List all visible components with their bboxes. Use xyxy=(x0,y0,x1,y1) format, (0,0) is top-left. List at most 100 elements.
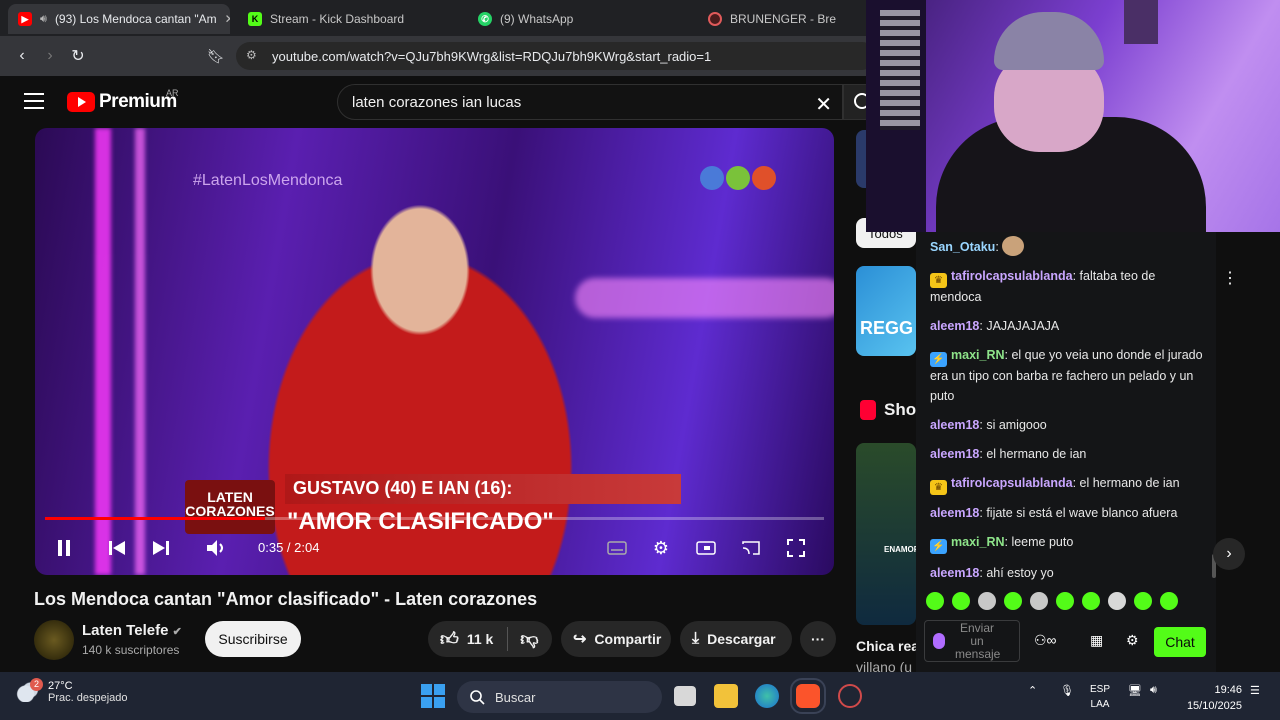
streamer xyxy=(936,12,1236,232)
chat-username[interactable]: tafirolcapsulablanda xyxy=(951,476,1073,490)
fullscreen-icon[interactable] xyxy=(784,536,808,560)
emote-bar xyxy=(926,592,1206,610)
tab-kick[interactable]: K Stream - Kick Dashboard xyxy=(238,4,460,34)
more-options-icon[interactable]: ⋮ xyxy=(1222,268,1238,288)
chat-username[interactable]: aleem18 xyxy=(930,506,979,520)
emote-icon[interactable] xyxy=(1056,592,1074,610)
next-icon[interactable] xyxy=(149,536,173,560)
stage-light xyxy=(95,128,111,575)
back-icon[interactable]: ‹ xyxy=(8,42,36,70)
taskbar-search-placeholder: Buscar xyxy=(495,689,536,705)
emote-icon[interactable] xyxy=(1082,592,1100,610)
language-indicator[interactable]: ESP LAA xyxy=(1088,682,1112,712)
download-label: Descargar xyxy=(707,631,776,647)
download-button[interactable]: ⤓ Descargar xyxy=(680,621,792,657)
emote-icon[interactable] xyxy=(1134,592,1152,610)
chat-username[interactable]: aleem18 xyxy=(930,418,979,432)
chat-username[interactable]: tafirolcapsulablanda xyxy=(951,269,1073,283)
subscribe-button[interactable]: Suscribirse xyxy=(205,621,301,657)
chat-username[interactable]: aleem18 xyxy=(930,447,979,461)
emote-icon[interactable] xyxy=(1030,592,1048,610)
obs-icon[interactable] xyxy=(838,684,862,708)
url-text: youtube.com/watch?v=QJu7bh9KWrg&list=RDQ… xyxy=(272,48,712,64)
store-icon[interactable]: ▦ xyxy=(1090,632,1103,649)
edge-icon[interactable] xyxy=(755,684,779,708)
share-icon: ↪ xyxy=(573,631,587,648)
forward-icon[interactable]: › xyxy=(36,42,64,70)
site-settings-icon[interactable]: ⚙︎ xyxy=(246,48,257,62)
chat-input[interactable]: Enviar un mensaje xyxy=(924,620,1020,662)
emote-icon[interactable] xyxy=(952,592,970,610)
notification-icon[interactable]: ☰ xyxy=(1250,684,1260,697)
cast-icon[interactable] xyxy=(739,536,763,560)
microphone-icon[interactable]: 🎙︎ xyxy=(1060,684,1074,697)
emote-icon[interactable] xyxy=(1160,592,1178,610)
reload-icon[interactable]: ↻ xyxy=(64,42,92,70)
clock[interactable]: 19:46 15/10/2025 xyxy=(1180,682,1242,714)
channel-avatar[interactable] xyxy=(34,620,74,660)
task-view-icon[interactable] xyxy=(674,686,696,706)
tab-title: Stream - Kick Dashboard xyxy=(270,12,405,26)
tab-title: BRUNENGER - Bre xyxy=(730,12,837,26)
weather-badge: 2 xyxy=(30,678,43,691)
file-explorer-icon[interactable] xyxy=(714,684,738,708)
menu-icon[interactable] xyxy=(24,93,44,109)
chat-username[interactable]: maxi_RN xyxy=(951,348,1005,362)
emote-icon xyxy=(1002,236,1025,256)
mic-icon[interactable] xyxy=(933,633,945,649)
chat-message: aleem18: si amigooo xyxy=(930,417,1047,432)
video-hashtag: #LatenLosMendonca xyxy=(193,172,343,189)
suggestion-thumbnail[interactable]: REGG xyxy=(856,266,916,356)
chat-message: ⚡ maxi_RN: el que yo veia uno donde el ju… xyxy=(930,348,1203,403)
chat-username[interactable]: aleem18 xyxy=(930,319,979,333)
chat-settings-icon[interactable]: ⚙︎ xyxy=(1126,632,1139,649)
next-arrow-icon[interactable]: › xyxy=(1213,538,1245,570)
start-icon[interactable] xyxy=(421,684,445,708)
miniplayer-icon[interactable] xyxy=(694,536,718,560)
video-player[interactable]: #LatenLosMendonca LATEN CORAZONES GUSTAV… xyxy=(35,128,834,575)
bookmark-icon[interactable]: 🔖︎ xyxy=(202,42,230,70)
subtitles-icon[interactable] xyxy=(605,536,629,560)
tab-youtube[interactable]: ▶ 🔊︎ (93) Los Mendoca cantan "Am ✕ xyxy=(8,4,230,34)
chat-username[interactable]: San_Otaku xyxy=(930,240,995,254)
whatsapp-icon: ✆ xyxy=(478,12,492,26)
more-actions-button[interactable]: ··· xyxy=(800,621,836,657)
pause-icon[interactable] xyxy=(52,536,76,560)
emote-icon[interactable] xyxy=(926,592,944,610)
emote-icon[interactable] xyxy=(978,592,996,610)
emote-icon[interactable] xyxy=(1004,592,1022,610)
share-button[interactable]: ↪ Compartir xyxy=(561,621,671,657)
network-icon[interactable]: 🖥︎ xyxy=(1128,684,1142,697)
chat-message: aleem18: JAJAJAJAJA xyxy=(930,319,1060,333)
tray-chevron-icon[interactable]: ⌃ xyxy=(1028,684,1037,697)
tab-close-icon[interactable]: ✕ xyxy=(225,12,230,26)
weather-desc: Prac. despejado xyxy=(48,692,128,704)
clear-search-icon[interactable]: ✕ xyxy=(815,92,832,117)
dislike-icon[interactable]: 👎︎ xyxy=(520,628,538,650)
speaker-icon[interactable]: 🔊︎ xyxy=(1150,684,1157,697)
previous-icon[interactable] xyxy=(105,536,129,560)
url-field[interactable]: ⚙︎ youtube.com/watch?v=QJu7bh9KWrg&list=… xyxy=(236,42,876,70)
youtube-logo[interactable]: Premium xyxy=(67,91,177,113)
channel-name[interactable]: Laten Telefe ✔ xyxy=(82,622,182,639)
users-icon[interactable]: ⚇∞ xyxy=(1034,632,1057,649)
chat-username[interactable]: maxi_RN xyxy=(951,535,1005,549)
weather-widget[interactable]: 2 27°C Prac. despejado xyxy=(16,678,128,704)
like-icon[interactable]: 👍︎ xyxy=(440,628,459,650)
streamer-cap xyxy=(994,12,1104,70)
chat-username[interactable]: aleem18 xyxy=(930,566,979,580)
progress-bar[interactable] xyxy=(45,517,824,520)
send-chat-button[interactable]: Chat xyxy=(1154,627,1206,657)
settings-icon[interactable]: ⚙︎ xyxy=(649,536,673,560)
like-count[interactable]: 11 k xyxy=(467,631,493,647)
tab-brunenger[interactable]: BRUNENGER - Bre xyxy=(698,4,866,34)
volume-icon[interactable] xyxy=(205,536,229,560)
brave-icon[interactable] xyxy=(790,678,826,714)
search-input[interactable]: laten corazones ian lucas ✕ xyxy=(337,84,843,120)
emote-icon[interactable] xyxy=(1108,592,1126,610)
bolt-badge-icon: ⚡ xyxy=(930,539,947,554)
tab-whatsapp[interactable]: ✆ (9) WhatsApp xyxy=(468,4,690,34)
tab-title: (9) WhatsApp xyxy=(500,12,574,26)
taskbar-search[interactable]: Buscar xyxy=(457,681,662,713)
short-thumbnail[interactable]: ENAMOR xyxy=(856,443,916,625)
